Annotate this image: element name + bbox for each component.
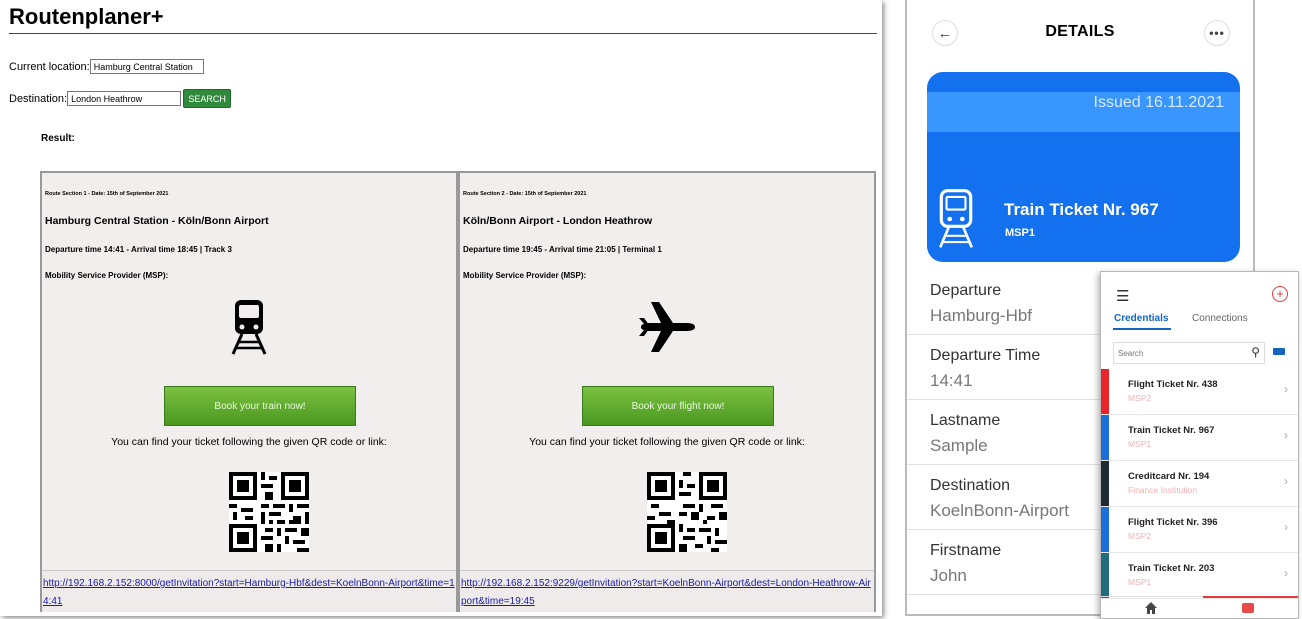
item-subtitle: MSP2 [1128, 393, 1152, 403]
destination-input[interactable] [67, 91, 182, 106]
active-tab-indicator [1113, 328, 1171, 330]
list-item[interactable]: Flight Ticket Nr. 438 MSP2 › [1101, 369, 1298, 415]
section-msp-label: Mobility Service Provider (MSP): [463, 271, 587, 280]
ticket-link[interactable]: http://192.168.2.152:9229/getInvitation?… [461, 578, 871, 607]
search-icon[interactable]: ⚲ [1251, 345, 1260, 359]
tab-connections[interactable]: Connections [1192, 313, 1248, 324]
title-divider [9, 33, 877, 34]
item-color-bar [1101, 553, 1109, 598]
issued-date: Issued 16.11.2021 [1093, 94, 1224, 111]
destination-label: Destination: [9, 92, 68, 105]
qr-hint: You can find your ticket following the g… [111, 436, 387, 448]
train-icon [42, 298, 456, 356]
home-icon[interactable] [1144, 601, 1158, 618]
route-planner-window: Routenplaner+ Current location: Destinat… [0, 0, 882, 616]
nav-active-indicator [1203, 596, 1298, 598]
item-name: Flight Ticket Nr. 396 [1128, 517, 1218, 528]
page-title: Routenplaner+ [9, 4, 164, 29]
chevron-right-icon: › [1284, 474, 1288, 488]
item-name: Train Ticket Nr. 203 [1128, 563, 1215, 574]
tab-credentials[interactable]: Credentials [1114, 313, 1168, 324]
section-route: Hamburg Central Station - Köln/Bonn Airp… [45, 215, 269, 227]
bottom-nav [1101, 596, 1298, 618]
ticket-link-row: http://192.168.2.152:8000/getInvitation?… [42, 570, 456, 612]
train-icon [935, 187, 977, 256]
item-subtitle: MSP1 [1128, 439, 1152, 449]
book-flight-button[interactable]: Book your flight now! [582, 386, 774, 426]
list-item[interactable]: Flight Ticket Nr. 396 MSP2 › [1101, 507, 1298, 553]
item-color-bar [1101, 369, 1109, 414]
qr-hint: You can find your ticket following the g… [529, 436, 805, 448]
section-times: Departure time 19:45 - Arrival time 21:0… [463, 245, 662, 254]
result-label: Result: [41, 133, 75, 144]
location-label: Current location: [9, 60, 90, 73]
item-color-bar [1101, 461, 1109, 506]
section-msp-label: Mobility Service Provider (MSP): [45, 271, 169, 280]
location-row: Current location: [9, 59, 204, 74]
search-box: ⚲ [1113, 342, 1265, 364]
search-input[interactable] [1114, 344, 1234, 363]
search-button[interactable]: SEARCH [183, 89, 232, 108]
ticket-card: Issued 16.11.2021 Train Ticket Nr. 967 M… [927, 72, 1240, 262]
menu-icon[interactable]: ☰ [1116, 287, 1129, 305]
item-subtitle: MSP2 [1128, 531, 1152, 541]
section-route: Köln/Bonn Airport - London Heathrow [463, 215, 653, 227]
item-subtitle: Finance Institution [1128, 485, 1197, 495]
route-section-2: Route Section 2 - Date: 15th of Septembe… [458, 171, 876, 612]
list-item[interactable]: Train Ticket Nr. 203 MSP1 › [1101, 553, 1298, 599]
section-times: Departure time 14:41 - Arrival time 18:4… [45, 245, 232, 254]
chevron-right-icon: › [1284, 428, 1288, 442]
section-date: Route Section 2 - Date: 15th of Septembe… [463, 191, 587, 197]
list-item[interactable]: Creditcard Nr. 194 Finance Institution › [1101, 461, 1298, 507]
chevron-right-icon: › [1284, 520, 1288, 534]
item-color-bar [1101, 507, 1109, 552]
destination-row: Destination: SEARCH [9, 89, 232, 108]
qr-code [647, 472, 727, 557]
wallet-icon[interactable] [1242, 603, 1254, 613]
more-horizontal-icon[interactable]: ••• [1204, 20, 1230, 46]
ticket-msp: MSP1 [1005, 227, 1035, 239]
item-subtitle: MSP1 [1128, 577, 1152, 587]
book-train-button[interactable]: Book your train now! [164, 386, 356, 426]
ticket-link-row: http://192.168.2.152:9229/getInvitation?… [460, 570, 874, 612]
airplane-icon [460, 298, 874, 356]
add-icon[interactable]: + [1272, 286, 1288, 302]
item-name: Flight Ticket Nr. 438 [1128, 379, 1218, 390]
details-title: DETAILS [1045, 23, 1115, 40]
qr-code [229, 472, 309, 557]
list-item[interactable]: Train Ticket Nr. 967 MSP1 › [1101, 415, 1298, 461]
route-section-1: Route Section 1 - Date: 15th of Septembe… [40, 171, 458, 612]
wallet-screen: ☰ + Credentials Connections ⚲ Flight Tic… [1100, 271, 1299, 619]
item-name: Train Ticket Nr. 967 [1128, 425, 1215, 436]
ticket-name: Train Ticket Nr. 967 [1004, 200, 1159, 219]
section-date: Route Section 1 - Date: 15th of Septembe… [45, 191, 169, 197]
location-input[interactable] [89, 59, 204, 74]
card-view-icon[interactable] [1273, 348, 1285, 355]
item-name: Creditcard Nr. 194 [1128, 471, 1210, 482]
chevron-right-icon: › [1284, 382, 1288, 396]
chevron-right-icon: › [1284, 566, 1288, 580]
item-color-bar [1101, 415, 1109, 460]
ticket-link[interactable]: http://192.168.2.152:8000/getInvitation?… [43, 578, 455, 607]
